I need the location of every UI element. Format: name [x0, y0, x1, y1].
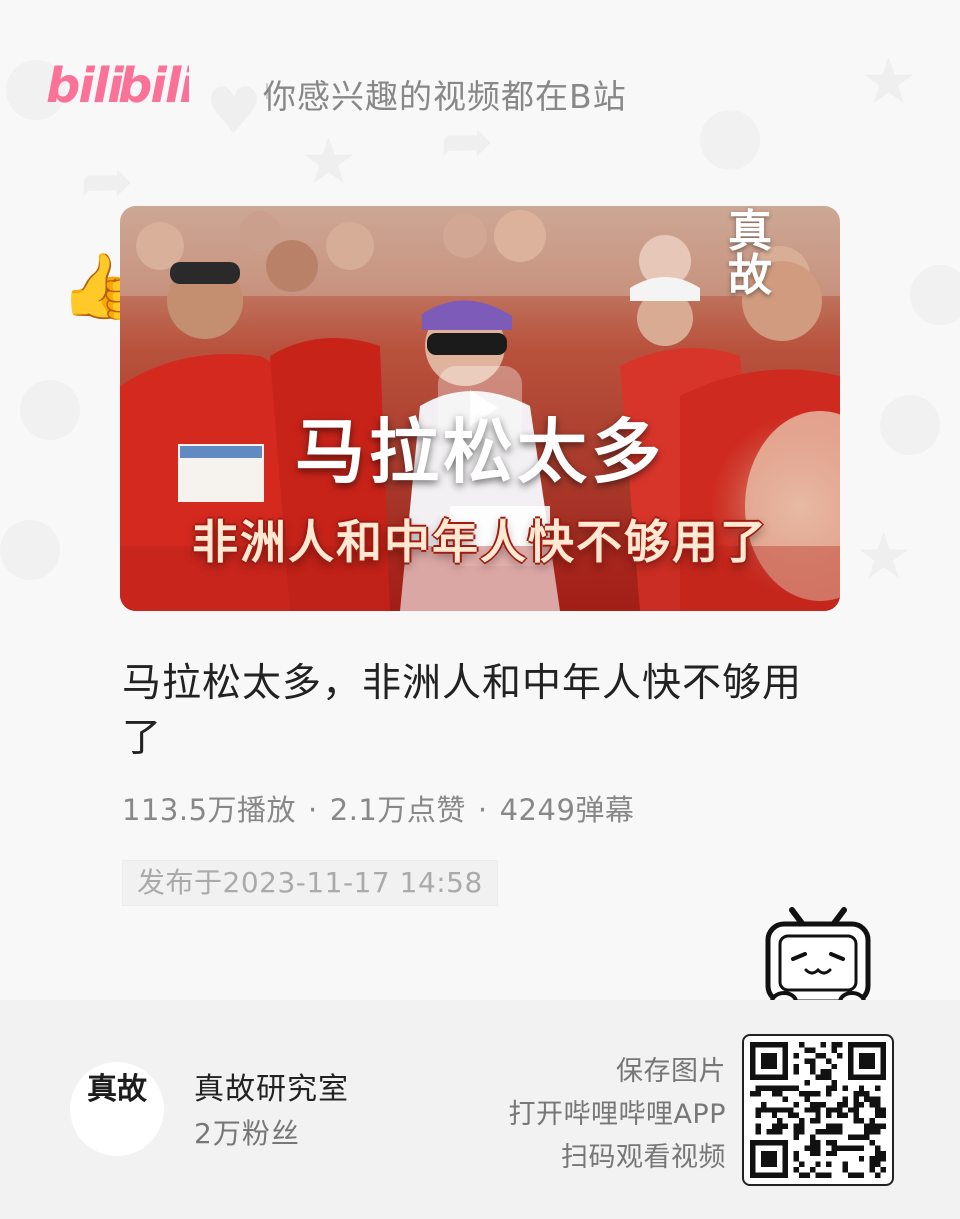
- uploader-name[interactable]: 真故研究室: [194, 1064, 349, 1108]
- star-icon: ★: [855, 520, 913, 594]
- uploader-avatar[interactable]: 真故: [70, 1062, 164, 1156]
- video-title[interactable]: 马拉松太多，非洲人和中年人快不够用了: [122, 656, 822, 766]
- cta-line-3: 扫码观看视频: [561, 1142, 726, 1173]
- video-cover[interactable]: 马拉松太多 非洲人和中年人快不够用了 真故: [120, 206, 840, 611]
- share-icon: ➦: [440, 105, 494, 179]
- footer: 真故 真故研究室 2万粉丝 保存图片 打开哔哩哔哩APP 扫码观看视频: [0, 1000, 960, 1219]
- coin-icon: [880, 395, 940, 455]
- fan-count: 2万粉丝: [194, 1117, 300, 1150]
- qr-code-icon[interactable]: [742, 1034, 894, 1186]
- danmaku-count: 4249弹幕: [499, 793, 635, 827]
- coin-icon: [700, 110, 760, 170]
- cta-line-2: 打开哔哩哔哩APP: [508, 1099, 726, 1130]
- coin-icon: [20, 380, 80, 440]
- coin-icon: [0, 520, 60, 580]
- qr-instructions: 保存图片 打开哔哩哔哩APP 扫码观看视频: [508, 1050, 726, 1179]
- share-icon: ➦: [80, 145, 134, 219]
- cta-line-1: 保存图片: [616, 1056, 726, 1087]
- svg-text:bili: bili: [46, 58, 124, 114]
- star-icon: ★: [300, 125, 358, 199]
- separator: ·: [308, 793, 318, 827]
- cover-title: 马拉松太多: [295, 411, 665, 493]
- publish-time: 发布于2023-11-17 14:58: [122, 860, 498, 906]
- separator: ·: [477, 793, 488, 827]
- cover-subtitle: 非洲人和中年人快不够用了: [192, 515, 768, 569]
- svg-text:bili: bili: [118, 58, 189, 114]
- channel-badge-text: 真故: [728, 206, 772, 301]
- view-count: 113.5万播放: [122, 793, 297, 827]
- bilibili-logo: bili bili: [44, 44, 198, 114]
- avatar-text: 真故: [87, 1072, 147, 1107]
- slogan: 你感兴趣的视频都在B站: [263, 77, 627, 116]
- channel-badge: 真故: [720, 210, 780, 298]
- video-stats: 113.5万播放 · 2.1万点赞 · 4249弹幕: [122, 787, 634, 829]
- like-count: 2.1万点赞: [329, 793, 466, 827]
- header: bili bili 你感兴趣的视频都在B站: [44, 44, 924, 116]
- coin-icon: [910, 265, 960, 325]
